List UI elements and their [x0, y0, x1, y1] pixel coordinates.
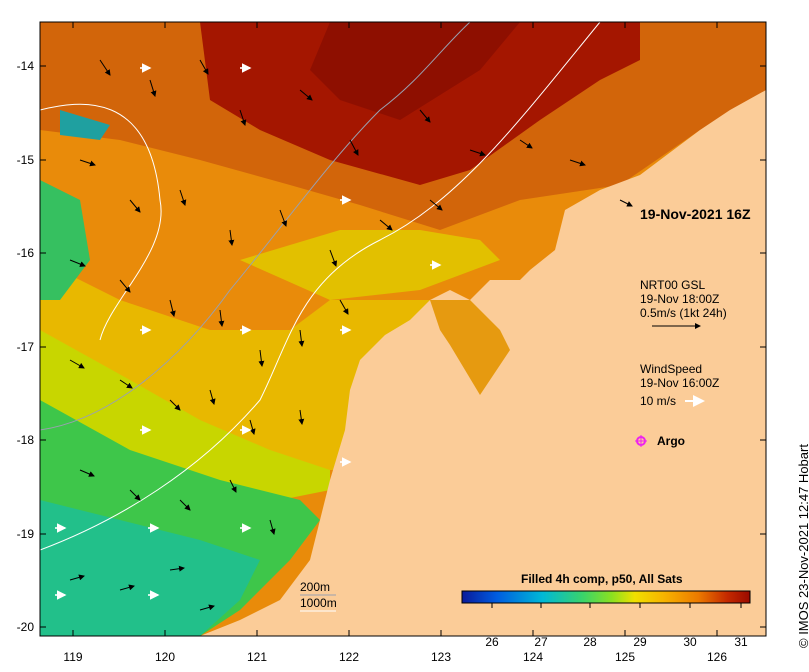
y-tick-label: -19 — [16, 527, 34, 541]
colorbar-tick: 29 — [633, 635, 647, 649]
y-tick-label: -20 — [16, 620, 34, 634]
argo-label: Argo — [657, 434, 685, 448]
x-tick-label: 121 — [246, 650, 268, 664]
colorbar-tick: 30 — [683, 635, 697, 649]
colorbar-tick: 26 — [485, 635, 499, 649]
x-tick-label: 125 — [614, 650, 636, 664]
current-scale-label: 0.5m/s (1kt 24h) — [640, 306, 727, 320]
x-tick-label: 119 — [63, 650, 83, 664]
sst-map — [39, 21, 767, 637]
x-tick-label: 120 — [154, 650, 176, 664]
bathy-1000m-label: 1000m — [300, 596, 337, 610]
current-time-label: 19-Nov 18:00Z — [640, 292, 720, 306]
current-source-label: NRT00 GSL — [640, 278, 706, 292]
sst-field — [40, 22, 766, 636]
y-tick-label: -17 — [16, 340, 34, 354]
x-tick-label: 124 — [522, 650, 544, 664]
colorbar — [461, 590, 751, 604]
wind-scale-label: 10 m/s — [640, 394, 677, 408]
x-tick-label: 123 — [430, 650, 452, 664]
x-tick-label: 122 — [338, 650, 360, 664]
colorbar-tick: 28 — [583, 635, 597, 649]
valid-time-label: 19-Nov-2021 16Z — [640, 206, 751, 222]
colorbar-tick: 27 — [534, 635, 548, 649]
x-tick-label: 126 — [706, 650, 728, 664]
y-tick-label: -18 — [16, 433, 34, 447]
y-tick-label: -15 — [16, 153, 34, 167]
wind-label: WindSpeed — [640, 362, 703, 376]
colorbar-tick: 31 — [734, 635, 748, 649]
y-tick-label: -14 — [16, 59, 34, 73]
y-tick-label: -16 — [16, 246, 34, 260]
wind-time-label: 19-Nov 16:00Z — [640, 376, 720, 390]
colorbar-title: Filled 4h comp, p50, All Sats — [521, 572, 683, 586]
bathy-200m-label: 200m — [300, 580, 331, 594]
imos-credit: © IMOS 23-Nov-2021 12:47 Hobart — [796, 444, 809, 648]
